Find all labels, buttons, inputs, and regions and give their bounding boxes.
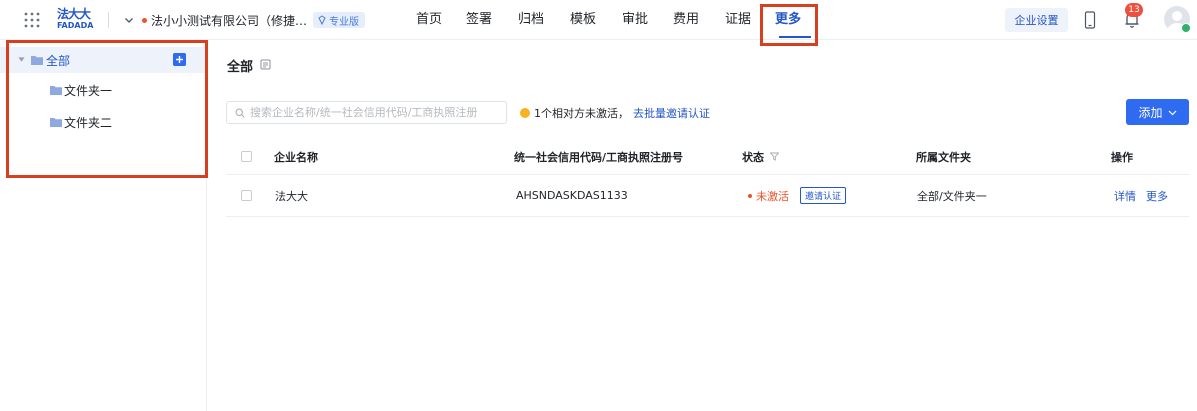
row-checkbox[interactable]	[241, 190, 252, 201]
company-status-dot	[142, 17, 147, 23]
phone-icon[interactable]	[1083, 11, 1097, 29]
details-link[interactable]: 详情	[1114, 188, 1136, 204]
main-nav: 首页 签署 归档 模板 审批 费用 证据 更多	[408, 0, 815, 40]
invite-verify-button[interactable]: 邀请认证	[800, 187, 847, 204]
notification-badge: 13	[1125, 3, 1143, 17]
notice-text: 1个相对方未激活，	[534, 107, 629, 120]
header-checkbox-cell	[241, 139, 252, 174]
cell-credit-code: AHSNDASKDAS1133	[516, 189, 628, 202]
edition-badge-label: 专业版	[329, 16, 360, 28]
document-icon[interactable]	[260, 59, 271, 70]
more-link[interactable]: 更多	[1146, 188, 1168, 204]
chevron-down-icon	[125, 18, 133, 23]
column-header-actions: 操作	[1111, 150, 1133, 164]
activation-notice: 1个相对方未激活， 去批量邀请认证	[520, 105, 710, 121]
table-header: 企业名称 统一社会信用代码/工商执照注册号 状态 所属文件夹 操作	[226, 139, 1189, 175]
company-settings-button[interactable]: 企业设置	[1005, 8, 1068, 32]
page-title: 全部	[227, 60, 254, 75]
header-divider	[108, 12, 109, 28]
select-all-checkbox[interactable]	[241, 151, 252, 162]
filter-icon[interactable]	[770, 152, 779, 161]
nav-item-home[interactable]: 首页	[416, 0, 466, 40]
search-icon	[235, 107, 245, 118]
column-header-status: 状态	[742, 139, 779, 174]
nav-item-archive[interactable]: 归档	[518, 0, 570, 40]
batch-invite-link[interactable]: 去批量邀请认证	[633, 105, 710, 121]
add-button[interactable]: 添加	[1126, 99, 1189, 125]
column-header-folder: 所属文件夹	[916, 150, 971, 164]
edition-badge: 专业版	[313, 12, 366, 28]
add-button-label: 添加	[1138, 105, 1163, 120]
company-switcher[interactable]: 法小小测试有限公司（修捷… 专业版	[124, 10, 366, 30]
search-box	[226, 101, 507, 124]
main-content: 全部 1个相对方未激活， 去批量邀请认证 添加 企业名称 统一社会信用代码/工商…	[208, 41, 1197, 411]
search-input[interactable]	[250, 106, 500, 119]
row-checkbox-cell	[241, 175, 252, 216]
column-header-status-label: 状态	[742, 150, 764, 164]
nav-item-approval[interactable]: 审批	[622, 0, 673, 40]
logo-text: 法大大	[57, 7, 91, 21]
warning-icon	[520, 108, 530, 118]
brand-logo[interactable]: 法大大 FADADA	[57, 7, 97, 33]
cell-status: 未激活 邀请认证	[748, 175, 847, 216]
cell-folder: 全部/文件夹一	[917, 189, 987, 203]
company-name: 法小小测试有限公司（修捷…	[151, 13, 308, 28]
nav-item-template[interactable]: 模板	[570, 0, 622, 40]
column-header-name: 企业名称	[274, 150, 318, 164]
nav-highlight-box	[760, 4, 818, 46]
chevron-down-icon	[1168, 110, 1176, 115]
cell-company-name: 法大大	[275, 189, 308, 203]
top-bar: 法大大 FADADA 法小小测试有限公司（修捷… 专业版 首页 签署 归档 模板…	[0, 0, 1197, 40]
status-dot	[748, 193, 752, 198]
nav-item-sign[interactable]: 签署	[466, 0, 518, 40]
cell-actions: 详情 更多	[1114, 175, 1168, 216]
diamond-icon	[318, 15, 326, 25]
sidebar-highlight-box	[6, 40, 208, 178]
grid-icon[interactable]	[24, 12, 40, 28]
status-text: 未激活	[756, 189, 789, 203]
nav-item-fees[interactable]: 费用	[673, 0, 725, 40]
table-row: 法大大 AHSNDASKDAS1133 未激活 邀请认证 全部/文件夹一 详情 …	[226, 175, 1189, 217]
logo-subtext: FADADA	[57, 21, 94, 30]
company-table: 企业名称 统一社会信用代码/工商执照注册号 状态 所属文件夹 操作 法大大 AH…	[226, 139, 1189, 217]
check-icon	[1181, 23, 1191, 33]
column-header-code: 统一社会信用代码/工商执照注册号	[514, 150, 684, 164]
